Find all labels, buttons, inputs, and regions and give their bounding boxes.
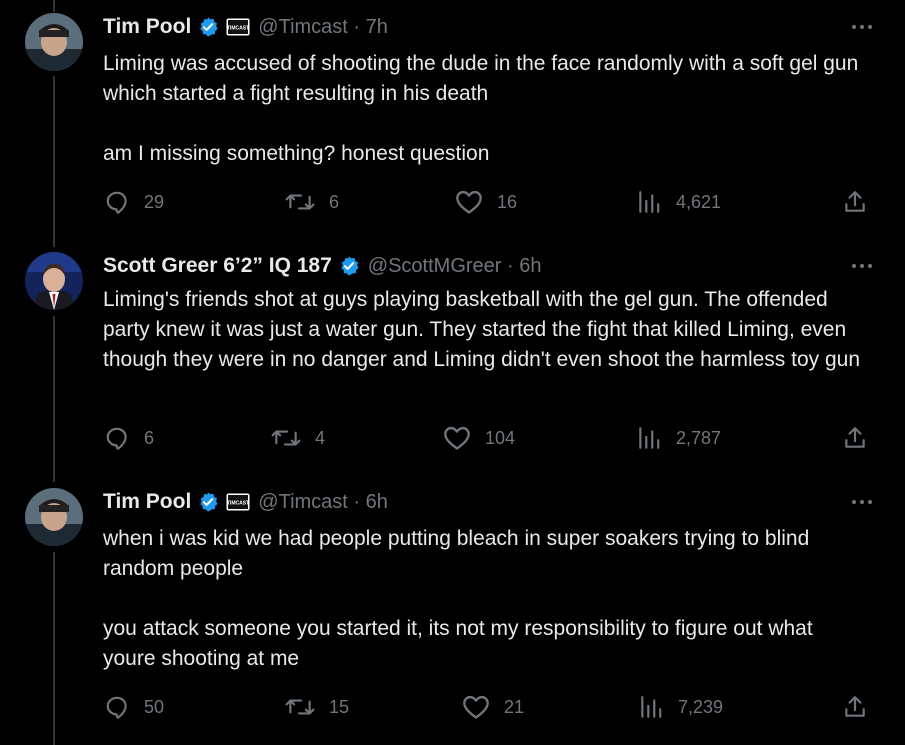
tweet[interactable]: Scott Greer 6’2” IQ 187 @ScottMGreer · 6… <box>0 252 905 462</box>
share-button[interactable] <box>842 423 882 453</box>
tweet-actions: 50 15 21 7,239 <box>0 692 905 722</box>
more-icon[interactable] <box>851 252 873 280</box>
views-button[interactable]: 4,621 <box>636 187 721 217</box>
thread-line-top <box>53 0 55 12</box>
repost-icon <box>285 699 315 715</box>
author-handle[interactable]: @Timcast · 6h <box>258 491 388 514</box>
share-icon <box>845 427 865 448</box>
verified-badge-icon <box>338 255 360 277</box>
share-button[interactable] <box>842 187 882 217</box>
like-count: 16 <box>497 191 518 212</box>
avatar[interactable] <box>25 13 83 71</box>
verified-badge-icon <box>197 491 219 513</box>
like-count: 21 <box>504 696 525 717</box>
tweet-header: Tim Pool TIMCAST @Timcast · 7h <box>103 13 388 41</box>
views-count: 2,787 <box>676 427 722 448</box>
affiliation-badge-icon[interactable]: TIMCAST <box>226 493 250 511</box>
meta-separator: · <box>347 15 366 38</box>
repost-button[interactable]: 4 <box>271 423 325 453</box>
tweet-text: Liming's friends shot at guys playing ba… <box>103 288 861 371</box>
tweet-header: Scott Greer 6’2” IQ 187 @ScottMGreer · 6… <box>103 252 541 280</box>
views-count: 7,239 <box>678 696 724 717</box>
repost-icon <box>271 430 301 446</box>
tweet-actions: 29 6 16 4,621 <box>0 187 905 217</box>
affiliation-badge-icon[interactable]: TIMCAST <box>226 18 250 36</box>
reply-button[interactable]: 50 <box>104 692 164 722</box>
views-icon <box>639 191 660 213</box>
reply-button[interactable]: 29 <box>104 187 164 217</box>
tweet-actions: 6 4 104 2,787 <box>0 423 905 453</box>
tweet-text: Liming was accused of shooting the dude … <box>103 52 859 165</box>
tweet-time: 6h <box>519 254 542 277</box>
reply-count: 6 <box>144 427 155 448</box>
author-name[interactable]: Scott Greer 6’2” IQ 187 <box>103 254 332 278</box>
verified-badge-icon <box>197 16 219 38</box>
repost-button[interactable]: 15 <box>285 692 349 722</box>
avatar[interactable] <box>25 488 83 546</box>
repost-count: 15 <box>329 696 350 717</box>
repost-icon <box>285 194 315 210</box>
reply-count: 29 <box>144 191 165 212</box>
reply-button[interactable]: 6 <box>104 423 154 453</box>
like-button[interactable]: 104 <box>443 423 515 453</box>
affiliation-badge-label: TIMCAST <box>227 26 249 32</box>
reply-icon <box>106 696 127 719</box>
reply-icon <box>106 191 127 214</box>
reply-count: 50 <box>144 696 165 717</box>
tweet-header: Tim Pool TIMCAST @Timcast · 6h <box>103 488 388 516</box>
like-button[interactable]: 16 <box>455 187 517 217</box>
meta-separator: · <box>501 254 520 277</box>
author-handle[interactable]: @Timcast · 7h <box>258 16 388 39</box>
tweet-time: 7h <box>365 15 388 38</box>
views-button[interactable]: 2,787 <box>636 423 721 453</box>
tweet-text: when i was kid we had people putting ble… <box>103 527 813 670</box>
author-name[interactable]: Tim Pool <box>103 15 191 39</box>
more-icon[interactable] <box>851 488 873 516</box>
like-icon <box>456 190 482 214</box>
tweet[interactable]: Tim Pool TIMCAST @Timcast · 7h Liming wa… <box>0 13 905 228</box>
author-name[interactable]: Tim Pool <box>103 490 191 514</box>
reply-icon <box>106 427 127 450</box>
avatar[interactable] <box>25 252 83 310</box>
more-icon[interactable] <box>851 13 873 41</box>
share-icon <box>845 191 865 212</box>
like-button[interactable]: 21 <box>462 692 524 722</box>
meta-separator: · <box>347 490 366 513</box>
tweet[interactable]: Tim Pool TIMCAST @Timcast · 6h when i wa… <box>0 488 905 728</box>
views-icon <box>641 696 662 718</box>
views-count: 4,621 <box>676 191 722 212</box>
share-icon <box>845 696 865 717</box>
repost-count: 6 <box>329 191 340 212</box>
affiliation-badge-label: TIMCAST <box>227 501 249 507</box>
author-handle[interactable]: @ScottMGreer · 6h <box>368 255 542 278</box>
tweet-time: 6h <box>365 490 388 513</box>
like-icon <box>463 695 489 719</box>
repost-count: 4 <box>315 427 326 448</box>
share-button[interactable] <box>842 692 882 722</box>
repost-button[interactable]: 6 <box>285 187 339 217</box>
views-button[interactable]: 7,239 <box>638 692 723 722</box>
views-icon <box>639 427 660 449</box>
like-icon <box>444 426 470 450</box>
like-count: 104 <box>485 427 516 448</box>
